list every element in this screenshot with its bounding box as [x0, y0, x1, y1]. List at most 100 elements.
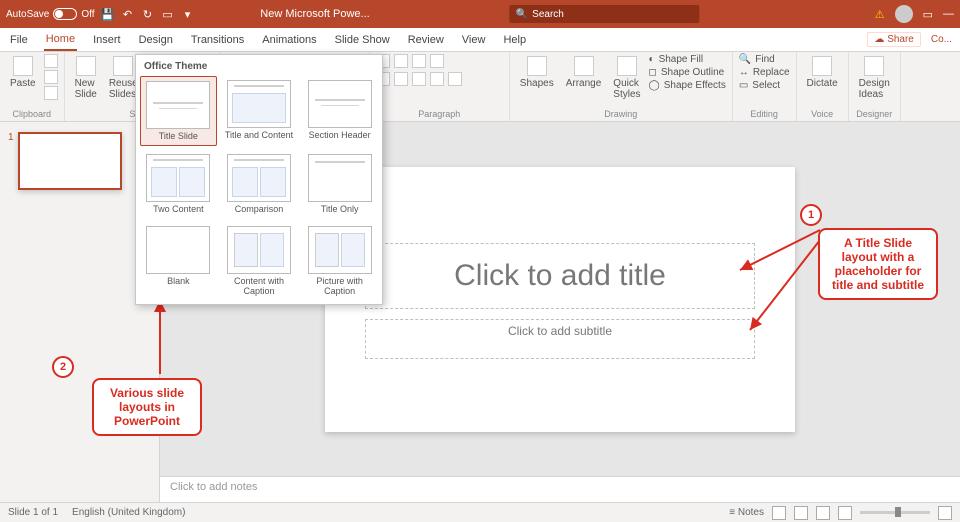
layout-thumb-icon — [146, 81, 210, 129]
tab-animations[interactable]: Animations — [260, 30, 318, 50]
warning-icon[interactable]: ⚠ — [875, 8, 885, 21]
copy-icon[interactable] — [44, 70, 58, 84]
tab-transitions[interactable]: Transitions — [189, 30, 246, 50]
language-indicator[interactable]: English (United Kingdom) — [72, 507, 185, 518]
notes-placeholder-text: Click to add notes — [170, 481, 257, 493]
replace-button[interactable]: ↔Replace — [739, 67, 790, 78]
arrange-button[interactable]: Arrange — [562, 54, 606, 91]
qat-dropdown-icon[interactable]: ▾ — [181, 7, 195, 21]
paste-icon — [13, 56, 33, 76]
layout-thumb-icon — [308, 80, 372, 128]
save-icon[interactable]: 💾 — [101, 7, 115, 21]
fit-to-window-icon[interactable] — [938, 506, 952, 520]
columns-icon[interactable] — [448, 72, 462, 86]
clipboard-label: Clipboard — [6, 109, 58, 121]
tab-file[interactable]: File — [8, 30, 30, 50]
notes-toggle[interactable]: ≡ Notes — [729, 507, 764, 518]
tab-view[interactable]: View — [460, 30, 488, 50]
effects-icon: ◯ — [649, 80, 660, 91]
tab-slide-show[interactable]: Slide Show — [333, 30, 392, 50]
layout-option-section[interactable]: Section Header — [301, 76, 378, 146]
group-drawing: Shapes Arrange Quick Styles ◐Shape Fill … — [510, 52, 733, 121]
tab-home[interactable]: Home — [44, 29, 77, 51]
annotation-callout-2: Various slide layouts in PowerPoint — [92, 378, 202, 436]
group-voice: Dictate Voice — [797, 52, 849, 121]
zoom-slider[interactable] — [860, 511, 930, 514]
slide-thumbnail-1[interactable] — [18, 132, 122, 190]
cut-icon[interactable] — [44, 54, 58, 68]
layout-option-cwc[interactable]: Content with Caption — [221, 222, 298, 300]
subtitle-placeholder[interactable]: Click to add subtitle — [365, 319, 755, 359]
status-bar: Slide 1 of 1 English (United Kingdom) ≡ … — [0, 502, 960, 522]
dictate-button[interactable]: Dictate — [803, 54, 842, 91]
share-button[interactable]: ☁ Share — [867, 32, 920, 47]
user-avatar[interactable] — [895, 5, 913, 23]
undo-icon[interactable]: ↶ — [121, 7, 135, 21]
tab-help[interactable]: Help — [501, 30, 528, 50]
title-placeholder[interactable]: Click to add title — [365, 243, 755, 309]
layout-option-blank[interactable]: Blank — [140, 222, 217, 300]
numbering-icon[interactable] — [394, 54, 408, 68]
layout-option-label: Blank — [167, 276, 190, 286]
layout-dropdown-panel: Office Theme Title Slide Title and Conten… — [135, 54, 383, 305]
design-ideas-button[interactable]: Design Ideas — [855, 54, 894, 102]
slide-counter: Slide 1 of 1 — [8, 507, 58, 518]
shape-effects-button[interactable]: ◯Shape Effects — [649, 80, 726, 91]
reading-view-icon[interactable] — [816, 506, 830, 520]
minimize-icon[interactable]: — — [943, 8, 954, 20]
quick-styles-button[interactable]: Quick Styles — [609, 54, 644, 102]
layout-option-label: Content with Caption — [223, 276, 296, 296]
layout-option-content[interactable]: Title and Content — [221, 76, 298, 146]
indent-right-icon[interactable] — [430, 54, 444, 68]
slide-sorter-view-icon[interactable] — [794, 506, 808, 520]
fill-icon: ◐ — [649, 54, 655, 65]
drawing-label: Drawing — [516, 109, 726, 121]
layout-thumb-icon — [227, 226, 291, 274]
shape-fill-button[interactable]: ◐Shape Fill — [649, 54, 726, 65]
voice-label: Voice — [803, 109, 842, 121]
paste-button[interactable]: Paste — [6, 54, 40, 91]
find-button[interactable]: 🔍Find — [739, 54, 790, 65]
shapes-button[interactable]: Shapes — [516, 54, 558, 91]
new-slide-button[interactable]: New Slide — [71, 54, 101, 102]
find-icon: 🔍 — [739, 54, 751, 65]
autosave-toggle[interactable]: AutoSave Off — [6, 8, 95, 20]
toggle-off-icon — [53, 8, 77, 20]
normal-view-icon[interactable] — [772, 506, 786, 520]
notes-pane[interactable]: Click to add notes — [160, 476, 960, 502]
layout-option-titleonly[interactable]: Title Only — [301, 150, 378, 218]
select-button[interactable]: ▭Select — [739, 80, 790, 91]
layout-option-label: Title and Content — [225, 130, 293, 140]
tab-insert[interactable]: Insert — [91, 30, 123, 50]
layout-option-title[interactable]: Title Slide — [140, 76, 217, 146]
thumbnail-number: 1 — [8, 132, 14, 143]
select-icon: ▭ — [739, 80, 748, 91]
layout-option-two[interactable]: Two Content — [140, 150, 217, 218]
annotation-badge-1: 1 — [800, 204, 822, 226]
search-box[interactable]: 🔍 Search — [510, 5, 700, 23]
subtitle-placeholder-text: Click to add subtitle — [508, 324, 612, 338]
layout-option-compare[interactable]: Comparison — [221, 150, 298, 218]
from-beginning-icon[interactable]: ▭ — [161, 7, 175, 21]
group-paragraph: Paragraph — [370, 52, 510, 121]
annotation-callout-1: A Title Slide layout with a placeholder … — [818, 228, 938, 300]
layout-thumb-icon — [227, 154, 291, 202]
ribbon-display-icon[interactable]: ▭ — [923, 8, 933, 21]
tab-review[interactable]: Review — [406, 30, 446, 50]
format-painter-icon[interactable] — [44, 86, 58, 100]
align-right-icon[interactable] — [412, 72, 426, 86]
comments-button[interactable]: Co... — [931, 34, 952, 45]
tab-design[interactable]: Design — [137, 30, 175, 50]
align-center-icon[interactable] — [394, 72, 408, 86]
layout-option-pwc[interactable]: Picture with Caption — [301, 222, 378, 300]
shape-outline-button[interactable]: ◻Shape Outline — [649, 67, 726, 78]
layout-option-label: Comparison — [235, 204, 284, 214]
slide-show-view-icon[interactable] — [838, 506, 852, 520]
title-placeholder-text: Click to add title — [454, 259, 666, 293]
justify-icon[interactable] — [430, 72, 444, 86]
layout-dropdown-header: Office Theme — [140, 59, 378, 76]
indent-left-icon[interactable] — [412, 54, 426, 68]
arrange-icon — [574, 56, 594, 76]
redo-icon[interactable]: ↻ — [141, 7, 155, 21]
slide-editor[interactable]: Click to add title Click to add subtitle — [325, 167, 795, 432]
